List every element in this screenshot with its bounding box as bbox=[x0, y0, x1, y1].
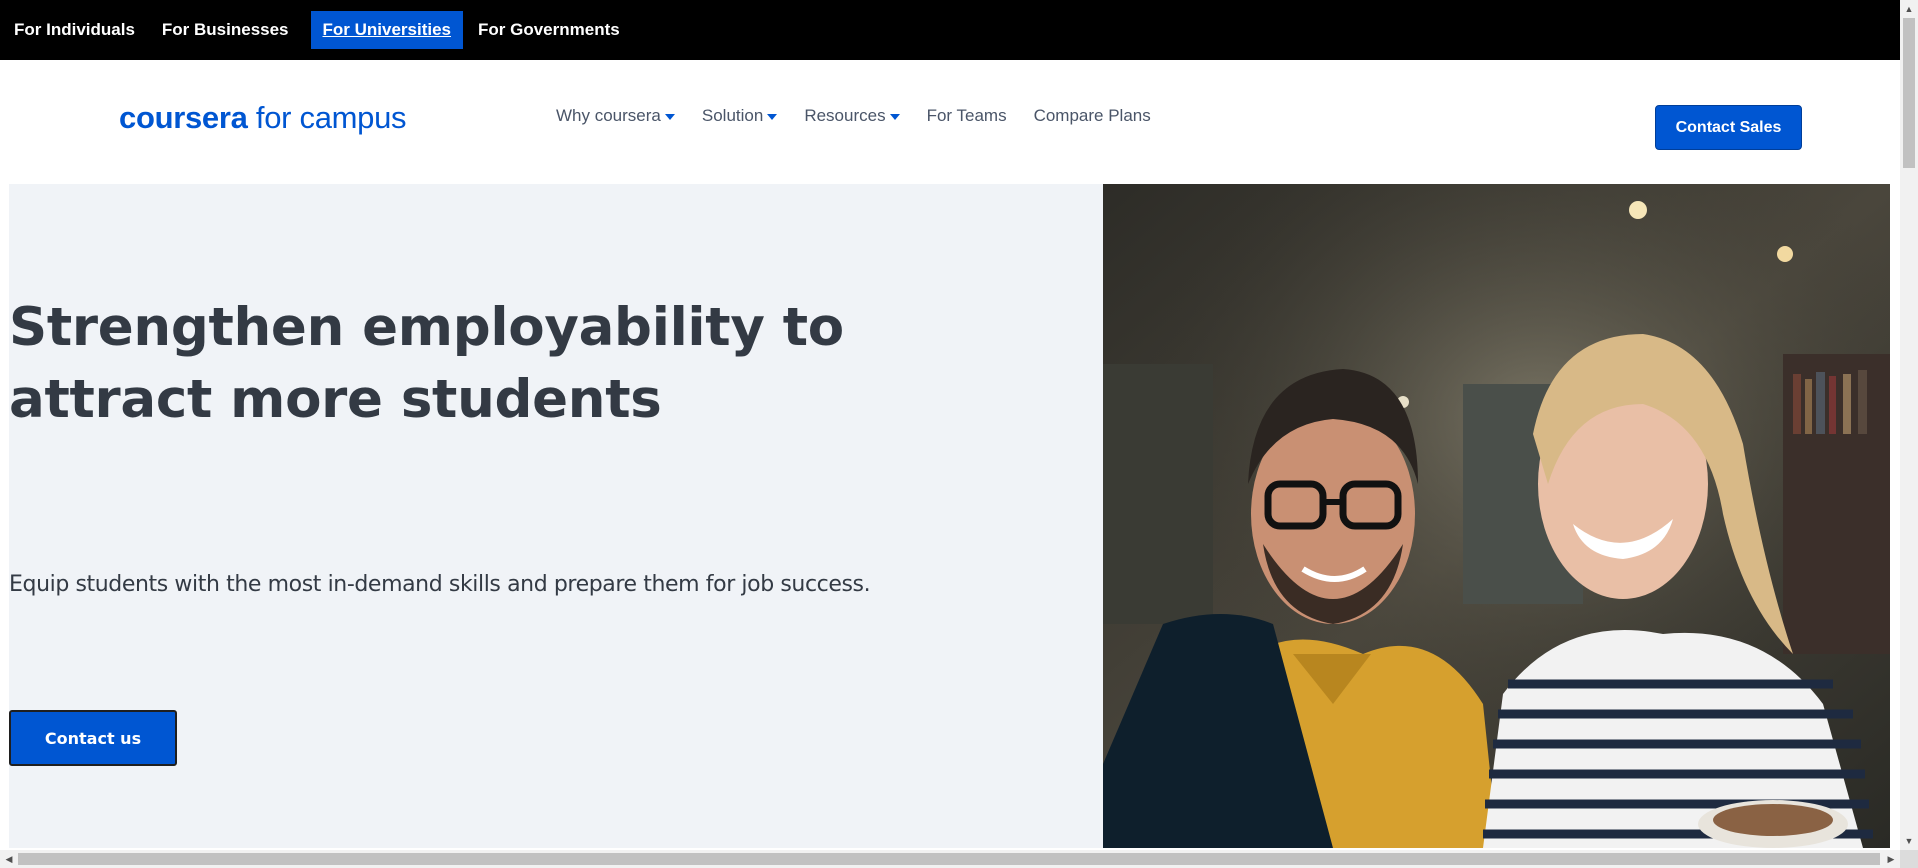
scroll-right-arrow-icon[interactable]: ▶ bbox=[1882, 850, 1900, 868]
nav-label: Resources bbox=[804, 106, 886, 125]
audience-link-universities[interactable]: For Universities bbox=[310, 11, 464, 49]
vertical-scroll-thumb[interactable] bbox=[1903, 18, 1915, 168]
scroll-down-arrow-icon[interactable]: ▼ bbox=[1900, 832, 1918, 850]
scrollbar-corner bbox=[1900, 850, 1918, 868]
audience-link-businesses[interactable]: For Businesses bbox=[150, 11, 301, 49]
site-header: coursera for campus Why coursera Solutio… bbox=[0, 60, 1900, 184]
nav-label: Solution bbox=[701, 106, 764, 125]
nav-compare-plans[interactable]: Compare Plans bbox=[1034, 106, 1151, 126]
nav-label: Why coursera bbox=[556, 106, 661, 125]
audience-link-governments[interactable]: For Governments bbox=[466, 11, 632, 49]
caret-down-icon bbox=[889, 114, 900, 120]
logo-brand-text: coursera bbox=[119, 100, 248, 135]
horizontal-scrollbar[interactable]: ◀ ▶ bbox=[0, 850, 1900, 868]
nav-why-coursera[interactable]: Why coursera bbox=[556, 106, 675, 126]
caret-down-icon bbox=[767, 114, 778, 120]
contact-sales-button[interactable]: Contact Sales bbox=[1655, 105, 1802, 150]
hero-title: Strengthen employability to attract more… bbox=[9, 297, 844, 430]
coursera-for-campus-logo[interactable]: coursera for campus bbox=[119, 100, 407, 136]
hero-image bbox=[1103, 184, 1890, 848]
main-nav: Why coursera Solution Resources For Team… bbox=[556, 106, 1178, 126]
vertical-scrollbar[interactable]: ▲ ▼ bbox=[1900, 0, 1918, 850]
nav-solution[interactable]: Solution bbox=[701, 106, 778, 126]
nav-label: Compare Plans bbox=[1033, 106, 1151, 125]
scroll-up-arrow-icon[interactable]: ▲ bbox=[1900, 0, 1918, 18]
students-photo-illustration bbox=[1103, 184, 1890, 848]
scroll-left-arrow-icon[interactable]: ◀ bbox=[0, 850, 18, 868]
contact-us-button[interactable]: Contact us bbox=[9, 710, 177, 766]
hero-subtitle: Equip students with the most in-demand s… bbox=[9, 572, 871, 597]
nav-resources[interactable]: Resources bbox=[804, 106, 900, 126]
audience-bar: For Individuals For Businesses For Unive… bbox=[0, 0, 1900, 60]
audience-link-individuals[interactable]: For Individuals bbox=[2, 11, 147, 49]
nav-for-teams[interactable]: For Teams bbox=[927, 106, 1007, 126]
caret-down-icon bbox=[664, 114, 675, 120]
horizontal-scroll-thumb[interactable] bbox=[18, 853, 1880, 865]
nav-label: For Teams bbox=[926, 106, 1007, 125]
logo-product-text: for campus bbox=[255, 100, 407, 135]
hero-section: Strengthen employability to attract more… bbox=[9, 184, 1103, 848]
